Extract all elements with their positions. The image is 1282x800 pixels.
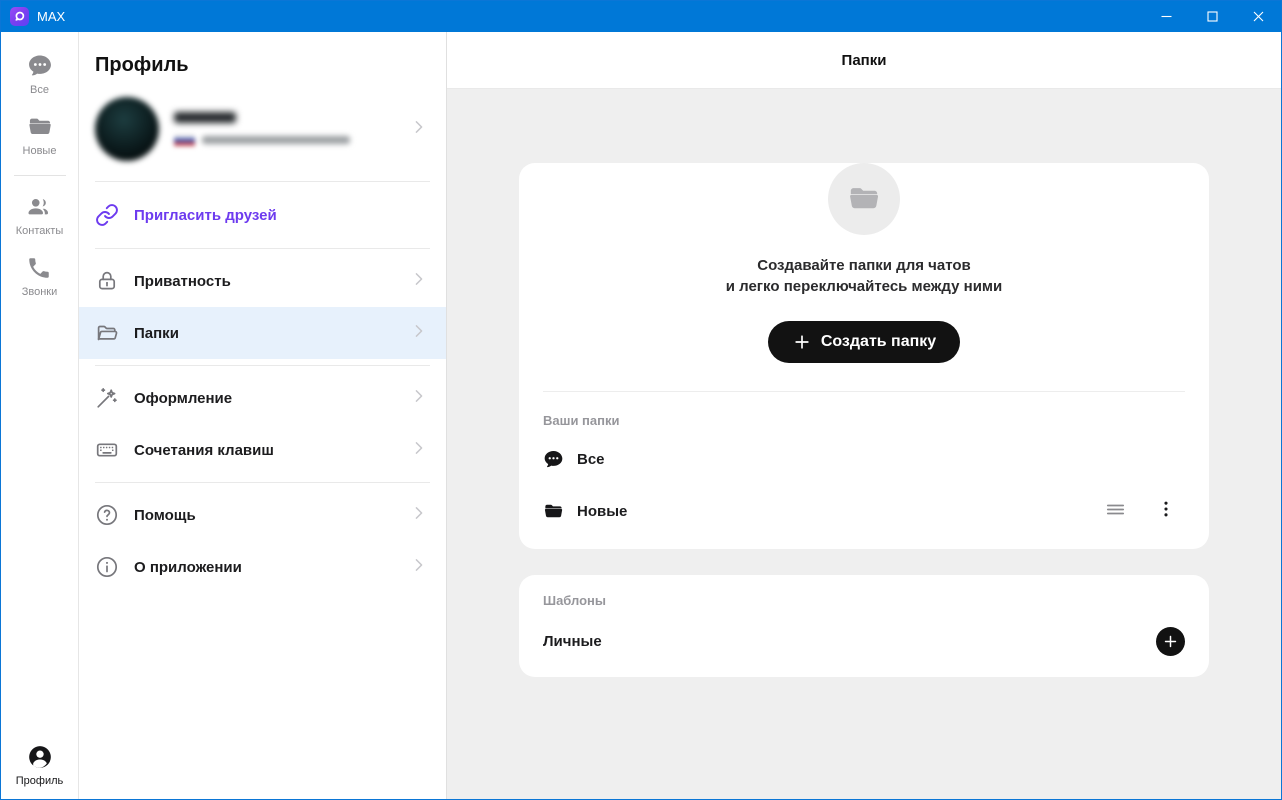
invite-friends-label: Пригласить друзей: [134, 207, 277, 224]
menu-item-privacy[interactable]: Приватность: [79, 255, 446, 307]
rail-label: Все: [30, 84, 49, 96]
menu-item-about[interactable]: О приложении: [79, 541, 446, 593]
rail-label: Профиль: [16, 775, 64, 787]
folders-content: Создавайте папки для чатов и легко перек…: [447, 89, 1281, 799]
left-rail: Все Новые Контакты Звонки Профиль: [1, 32, 79, 799]
profile-meta: [174, 112, 408, 147]
app-body: Все Новые Контакты Звонки Профиль: [1, 32, 1281, 799]
blurred-phone-number: [202, 136, 350, 144]
rail-item-contacts[interactable]: Контакты: [16, 194, 64, 237]
settings-panel: Профиль Пригласить друзей: [79, 32, 447, 799]
create-folder-button[interactable]: Создать папку: [768, 321, 960, 363]
blurred-username: [174, 112, 236, 123]
folder-row-new[interactable]: Новые: [519, 485, 1209, 537]
divider: [95, 365, 430, 366]
folders-header: Папки: [447, 32, 1281, 89]
rail-item-new-folder[interactable]: Новые: [23, 114, 57, 157]
lock-icon: [95, 269, 119, 293]
close-button[interactable]: [1235, 1, 1281, 32]
rail-divider: [14, 175, 66, 176]
rail-item-all-chats[interactable]: Все: [27, 53, 53, 96]
empty-state-line2: и легко переключайтесь между ними: [519, 276, 1209, 297]
window-title: MAX: [37, 9, 65, 24]
your-folders-label: Ваши папки: [519, 392, 1209, 433]
folder-name: Новые: [577, 503, 627, 520]
folder-open-icon: [95, 321, 119, 345]
drag-handle-icon[interactable]: [1104, 498, 1127, 525]
template-row-personal[interactable]: Личные: [519, 613, 1209, 669]
rail-item-calls[interactable]: Звонки: [22, 255, 58, 298]
more-options-icon[interactable]: [1155, 498, 1177, 524]
chevron-right-icon: [408, 116, 430, 143]
titlebar: MAX: [1, 1, 1281, 32]
chevron-right-icon: [408, 437, 430, 463]
folder-icon: [847, 182, 881, 216]
avatar: [95, 97, 159, 161]
profile-icon: [27, 744, 53, 770]
templates-label: Шаблоны: [519, 575, 1209, 613]
rail-label: Контакты: [16, 225, 64, 237]
chevron-right-icon: [408, 320, 430, 346]
folder-illustration: [828, 163, 900, 235]
folder-row-actions: [1104, 498, 1185, 525]
menu-item-folders[interactable]: Папки: [79, 307, 446, 359]
contacts-icon: [26, 194, 52, 220]
profile-card[interactable]: [79, 89, 446, 175]
folder-row-all[interactable]: Все: [519, 433, 1209, 485]
empty-state-line1: Создавайте папки для чатов: [519, 255, 1209, 276]
chat-bubble-icon: [543, 449, 564, 470]
menu-item-appearance[interactable]: Оформление: [79, 372, 446, 424]
plus-icon: [1162, 633, 1179, 650]
phone-icon: [26, 255, 52, 281]
add-template-button[interactable]: [1156, 627, 1185, 656]
menu-label: Помощь: [134, 507, 196, 524]
page-title: Профиль: [79, 32, 446, 89]
link-icon: [95, 203, 119, 227]
divider: [95, 248, 430, 249]
menu-item-help[interactable]: Помощь: [79, 489, 446, 541]
folders-card: Создавайте папки для чатов и легко перек…: [519, 163, 1209, 549]
blurred-phone: [174, 134, 408, 147]
folder-icon: [543, 501, 564, 522]
divider: [95, 181, 430, 182]
divider: [95, 482, 430, 483]
menu-item-shortcuts[interactable]: Сочетания клавиш: [79, 424, 446, 476]
menu-label: Приватность: [134, 273, 231, 290]
folders-panel: Папки Создавайте папки для чатов и легко…: [447, 32, 1281, 799]
folder-icon: [27, 114, 53, 140]
help-icon: [95, 503, 119, 527]
magic-wand-icon: [95, 386, 119, 410]
plus-icon: [792, 332, 812, 352]
template-name: Личные: [543, 633, 602, 650]
max-logo-icon: [10, 7, 29, 26]
menu-label: Оформление: [134, 390, 232, 407]
create-folder-label: Создать папку: [821, 333, 936, 351]
chevron-right-icon: [408, 554, 430, 580]
menu-label: Папки: [134, 325, 179, 342]
chevron-right-icon: [408, 268, 430, 294]
chevron-right-icon: [408, 385, 430, 411]
folder-name: Все: [577, 451, 605, 468]
rail-label: Звонки: [22, 286, 58, 298]
maximize-button[interactable]: [1189, 1, 1235, 32]
menu-label: О приложении: [134, 559, 242, 576]
chevron-right-icon: [408, 502, 430, 528]
templates-card: Шаблоны Личные: [519, 575, 1209, 677]
folders-header-title: Папки: [842, 52, 887, 69]
empty-state-text: Создавайте папки для чатов и легко перек…: [519, 255, 1209, 297]
minimize-button[interactable]: [1143, 1, 1189, 32]
window-controls: [1143, 1, 1281, 32]
invite-friends-button[interactable]: Пригласить друзей: [79, 188, 446, 242]
chat-bubble-icon: [27, 53, 53, 79]
menu-label: Сочетания клавиш: [134, 442, 274, 459]
info-icon: [95, 555, 119, 579]
flag-icon: [174, 134, 195, 147]
app-window: MAX Все Новые Контакты Звон: [0, 0, 1282, 800]
rail-item-profile[interactable]: Профиль: [16, 744, 64, 787]
rail-label: Новые: [23, 145, 57, 157]
keyboard-icon: [95, 438, 119, 462]
